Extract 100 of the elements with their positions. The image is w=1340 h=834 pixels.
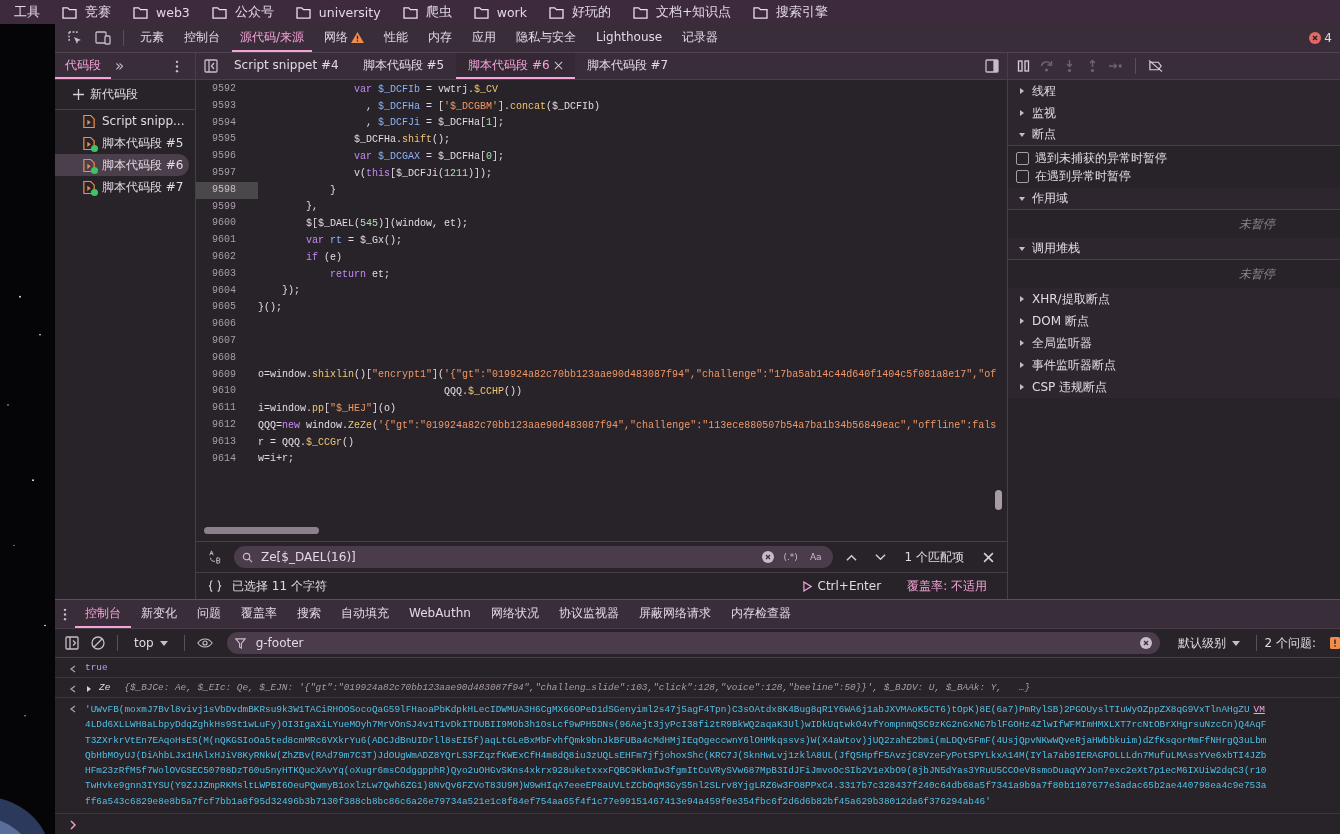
code-line: }, <box>305 201 318 213</box>
section-header[interactable]: 调用堆栈 <box>1008 238 1340 260</box>
clear-icon[interactable] <box>1139 637 1152 649</box>
caret-icon <box>1018 244 1026 253</box>
section-header[interactable]: 断点 <box>1008 124 1340 146</box>
bookmark-link[interactable]: 文档+知识点 <box>655 3 732 21</box>
panel-tab[interactable]: 应用 <box>464 24 505 52</box>
clear-icon[interactable] <box>762 551 775 563</box>
drawer-tab[interactable]: 协议监视器 <box>548 600 629 628</box>
deactivate-breakpoints-icon[interactable] <box>1148 59 1163 73</box>
expand-icon[interactable] <box>85 685 93 693</box>
panel-tab[interactable]: 隐私与安全 <box>508 24 585 52</box>
pretty-print-icon[interactable] <box>208 579 222 593</box>
replace-toggle-icon[interactable] <box>208 550 222 564</box>
sidebar-toggle-icon[interactable] <box>65 636 79 650</box>
panel-tab[interactable]: 内存 <box>420 24 461 52</box>
section-header[interactable]: 监视 <box>1008 102 1340 124</box>
console-string: TwHvke9gnn3IYSU(Y9ZJJZmpRKMsltLWPBI6OeuPQwmyB1oxlzLw7Qwh6ZG1)8NvQv6FZVoT83U9M)W9wHIqA7eeeEP8aUVLtZCbOqM3GyS5nl2SLrv8YjgLRZ6w3FO8PPxC4.3317b7c328437f240c64db68a5f7341a9b9a7f80b1107677e3adac65b2ae440798ea4c9e753a <box>85 779 1267 794</box>
drawer-tab[interactable]: 屏蔽网络请求 <box>628 600 721 628</box>
more-icon[interactable] <box>63 607 67 621</box>
section-header[interactable]: DOM 断点 <box>1008 310 1340 332</box>
console-string: 4LDd6XLLWH8aLbpyDdqZghkHs9St1wLuFy)OI3IgaXiLYueMOyh7MrVOnSJ4v1T1vDkITDUBII9MOb3h1OsLcf9wPH5DNs(96Aejt3jyPcI38fi2tR9BkWQ2aqaK3Ul)wIDkUqtwkO4vfYompnmQSC9zKG2nGxNG7blFGOHz4ZlwIfWFMImHMXLXT7rcNtOBrXHgrsuNzcCn)Q4AqF <box>85 718 1267 733</box>
section-header[interactable]: 线程 <box>1008 80 1340 102</box>
search-field[interactable]: Ze[$_DAEL(16)] (.*) Aa <box>234 546 833 568</box>
drawer-tab[interactable]: 控制台 <box>75 600 131 628</box>
new-snippet-button[interactable]: 新代码段 <box>55 80 195 110</box>
drawer-tab[interactable]: WebAuthn <box>399 600 481 628</box>
run-button[interactable]: Ctrl+Enter <box>796 578 888 594</box>
drawer-tab[interactable]: 新变化 <box>131 600 187 628</box>
snippets-tab[interactable]: 代码段 <box>55 53 111 79</box>
search-input[interactable]: Ze[$_DAEL(16)] <box>259 549 757 565</box>
editor-tab[interactable]: 脚本代码段 #7 <box>574 53 681 79</box>
section-header[interactable]: CSP 违规断点 <box>1008 376 1340 398</box>
bookmark-link[interactable]: university <box>318 4 381 20</box>
scrollbar-thumb[interactable] <box>204 527 319 534</box>
drawer-tab[interactable]: 自动填充 <box>331 600 399 628</box>
prompt-icon[interactable] <box>69 820 77 831</box>
pause-icon[interactable] <box>1016 59 1031 73</box>
bookmark-link[interactable]: 好玩的 <box>571 3 611 21</box>
snippet-item[interactable]: 脚本代码段 #7 <box>55 176 189 198</box>
drawer-tab[interactable]: 问题 <box>187 600 231 628</box>
editor-tab[interactable]: 脚本代码段 #5 <box>350 53 457 79</box>
device-icon[interactable] <box>95 30 111 46</box>
more-icon[interactable] <box>175 59 179 73</box>
source-link[interactable]: VM <box>1253 702 1265 718</box>
drawer-tab[interactable]: 覆盖率 <box>231 600 287 628</box>
section-header[interactable]: 全局监听器 <box>1008 332 1340 354</box>
snippet-item[interactable]: 脚本代码段 #5 <box>55 132 189 154</box>
section-header[interactable]: XHR/提取断点 <box>1008 288 1340 310</box>
clear-console-icon[interactable] <box>91 636 105 650</box>
more-tabs-button[interactable]: » <box>111 57 129 75</box>
next-match-icon[interactable] <box>874 551 886 563</box>
drawer-tab[interactable]: 搜索 <box>287 600 331 628</box>
panel-tab[interactable]: Lighthouse <box>588 24 671 52</box>
code-line: if (e) <box>305 251 343 263</box>
bookmark-link[interactable]: 爬虫 <box>425 3 452 21</box>
panel-tab[interactable]: 网络 <box>316 24 373 52</box>
filter-input[interactable]: g-footer <box>253 635 1132 651</box>
scrollbar-thumb[interactable] <box>995 490 1002 510</box>
sidebar-toggle-icon[interactable] <box>985 59 999 73</box>
close-icon[interactable] <box>553 60 563 70</box>
code-line: r = QQQ.$_CCGr() <box>258 436 355 448</box>
panel-tab[interactable]: 控制台 <box>176 24 228 52</box>
bookmark-link[interactable]: 竞赛 <box>85 3 111 21</box>
issues-count[interactable]: 2 个问题: <box>1264 634 1316 652</box>
panel-tab[interactable]: 元素 <box>132 24 172 52</box>
bookmark-link[interactable]: work <box>496 4 527 20</box>
close-icon[interactable] <box>983 551 994 563</box>
panel-tab[interactable]: 性能 <box>376 24 417 52</box>
context-dropdown[interactable]: top <box>126 636 176 650</box>
line-number: 9593 <box>211 98 237 113</box>
section-header[interactable]: 作用域 <box>1008 188 1340 210</box>
editor-tab[interactable]: Script snippet #4 <box>222 53 351 79</box>
eye-icon[interactable] <box>196 635 213 651</box>
error-count[interactable]: 4 <box>1324 31 1332 45</box>
checkbox[interactable]: 遇到未捕获的异常时暂停 <box>1008 149 1340 167</box>
issue-icon[interactable] <box>1330 637 1340 649</box>
bookmark-link[interactable]: 工具 <box>14 3 40 21</box>
checkbox[interactable]: 在遇到异常时暂停 <box>1008 167 1340 185</box>
regex-toggle[interactable]: (.*) <box>780 552 801 562</box>
panel-tab[interactable]: 记录器 <box>674 24 727 52</box>
bookmark-link[interactable]: 搜索引擎 <box>776 3 829 21</box>
caret-icon <box>1018 130 1026 139</box>
bookmark-link[interactable]: 公众号 <box>234 3 274 21</box>
snippet-item[interactable]: Script snipp... <box>55 110 189 132</box>
filter-field[interactable]: g-footer <box>226 632 1160 654</box>
snippet-item[interactable]: 脚本代码段 #6 <box>55 154 189 176</box>
match-case-toggle[interactable]: Aa <box>806 552 825 562</box>
editor-tab[interactable]: 脚本代码段 #6 <box>456 53 575 79</box>
drawer-tab[interactable]: 内存检查器 <box>720 600 801 628</box>
drawer-tab[interactable]: 网络状况 <box>480 600 549 628</box>
caret-icon <box>1018 295 1026 303</box>
log-level-dropdown[interactable]: 默认级别 <box>1169 634 1248 652</box>
section-header[interactable]: 事件监听器断点 <box>1008 354 1340 376</box>
line-number: 9602 <box>211 249 237 264</box>
line-number: 9611 <box>211 401 237 416</box>
sidebar-toggle-icon[interactable] <box>204 59 218 73</box>
inspect-icon[interactable] <box>67 30 83 46</box>
code-line: v(this[$_DCFJi(1211)]); <box>353 167 493 179</box>
bookmark-link[interactable]: web3 <box>156 4 190 20</box>
